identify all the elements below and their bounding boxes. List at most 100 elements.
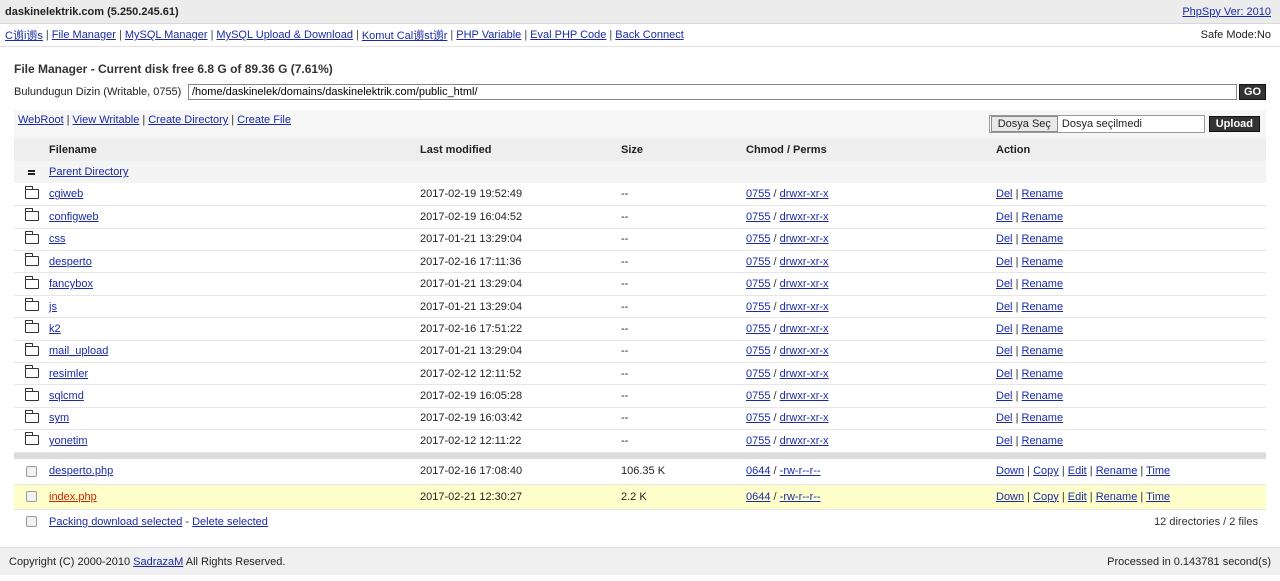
go-button[interactable]: GO	[1239, 84, 1266, 100]
directory-link[interactable]: cgiweb	[49, 188, 83, 200]
directory-link[interactable]: configweb	[49, 211, 99, 223]
directory-link[interactable]: js	[49, 301, 57, 313]
nav-link-2[interactable]: MySQL Manager	[125, 29, 208, 41]
chmod-link[interactable]: 0755	[746, 188, 770, 200]
copy-link[interactable]: Copy	[1033, 491, 1059, 503]
del-link[interactable]: Del	[996, 323, 1013, 335]
chmod-link[interactable]: 0755	[746, 233, 770, 245]
chmod-link[interactable]: 0755	[746, 412, 770, 424]
rename-link[interactable]: Rename	[1022, 278, 1064, 290]
directory-input[interactable]	[188, 84, 1237, 100]
rename-link[interactable]: Rename	[1022, 188, 1064, 200]
version-link[interactable]: PhpSpy Ver: 2010	[1182, 6, 1271, 18]
chmod-link[interactable]: 0755	[746, 278, 770, 290]
down-link[interactable]: Down	[996, 465, 1024, 477]
chmod-link[interactable]: 0755	[746, 323, 770, 335]
rename-link[interactable]: Rename	[1022, 390, 1064, 402]
time-link[interactable]: Time	[1146, 465, 1170, 477]
file-checkbox[interactable]	[26, 491, 37, 503]
directory-link[interactable]: resimler	[49, 368, 88, 380]
rename-link[interactable]: Rename	[1096, 465, 1138, 477]
rename-link[interactable]: Rename	[1022, 233, 1064, 245]
directory-link[interactable]: sym	[49, 412, 69, 424]
rename-link[interactable]: Rename	[1022, 368, 1064, 380]
toolbar-link-webroot[interactable]: WebRoot	[18, 114, 64, 126]
rename-link[interactable]: Rename	[1022, 256, 1064, 268]
file-input[interactable]: Dosya Seç Dosya seçilmedi	[988, 115, 1205, 133]
perms-link[interactable]: drwxr-xr-x	[780, 188, 829, 200]
file-link[interactable]: desperto.php	[49, 465, 113, 477]
rename-link[interactable]: Rename	[1022, 301, 1064, 313]
nav-link-1[interactable]: File Manager	[52, 29, 116, 41]
rename-link[interactable]: Rename	[1096, 491, 1138, 503]
chmod-link[interactable]: 0755	[746, 368, 770, 380]
nav-link-4[interactable]: Komut Cal谫st谫r	[362, 27, 448, 43]
copy-link[interactable]: Copy	[1033, 465, 1059, 477]
select-all-checkbox[interactable]	[26, 516, 37, 528]
directory-link[interactable]: css	[49, 233, 66, 245]
del-link[interactable]: Del	[996, 278, 1013, 290]
perms-link[interactable]: drwxr-xr-x	[780, 368, 829, 380]
parent-directory-link[interactable]: Parent Directory	[49, 166, 128, 178]
chmod-link[interactable]: 0755	[746, 435, 770, 447]
delete-selected-link[interactable]: Delete selected	[192, 516, 268, 528]
perms-link[interactable]: drwxr-xr-x	[780, 301, 829, 313]
nav-link-3[interactable]: MySQL Upload & Download	[216, 29, 353, 41]
perms-link[interactable]: drwxr-xr-x	[780, 435, 829, 447]
choose-file-button[interactable]: Dosya Seç	[990, 116, 1058, 132]
edit-link[interactable]: Edit	[1068, 491, 1087, 503]
rename-link[interactable]: Rename	[1022, 435, 1064, 447]
del-link[interactable]: Del	[996, 211, 1013, 223]
nav-link-5[interactable]: PHP Variable	[456, 29, 521, 41]
file-checkbox[interactable]	[26, 465, 37, 477]
rename-link[interactable]: Rename	[1022, 345, 1064, 357]
nav-link-0[interactable]: C谫i谫s	[5, 27, 43, 43]
del-link[interactable]: Del	[996, 412, 1013, 424]
chmod-link[interactable]: 0755	[746, 390, 770, 402]
del-link[interactable]: Del	[996, 390, 1013, 402]
file-link[interactable]: index.php	[49, 491, 97, 503]
perms-link[interactable]: drwxr-xr-x	[780, 390, 829, 402]
toolbar-link-view-writable[interactable]: View Writable	[73, 114, 140, 126]
chmod-link[interactable]: 0755	[746, 345, 770, 357]
del-link[interactable]: Del	[996, 368, 1013, 380]
chmod-link[interactable]: 0755	[746, 301, 770, 313]
down-link[interactable]: Down	[996, 491, 1024, 503]
del-link[interactable]: Del	[996, 301, 1013, 313]
rename-link[interactable]: Rename	[1022, 211, 1064, 223]
del-link[interactable]: Del	[996, 256, 1013, 268]
time-link[interactable]: Time	[1146, 491, 1170, 503]
perms-link[interactable]: drwxr-xr-x	[780, 233, 829, 245]
rename-link[interactable]: Rename	[1022, 412, 1064, 424]
author-link[interactable]: SadrazaM	[133, 556, 183, 568]
del-link[interactable]: Del	[996, 188, 1013, 200]
chmod-link[interactable]: 0755	[746, 256, 770, 268]
perms-link[interactable]: drwxr-xr-x	[780, 345, 829, 357]
directory-link[interactable]: yonetim	[49, 435, 88, 447]
edit-link[interactable]: Edit	[1068, 465, 1087, 477]
rename-link[interactable]: Rename	[1022, 323, 1064, 335]
toolbar-link-create-file[interactable]: Create File	[237, 114, 291, 126]
perms-link[interactable]: -rw-r--r--	[780, 491, 821, 503]
nav-link-7[interactable]: Back Connect	[615, 29, 683, 41]
packing-download-link[interactable]: Packing download selected	[49, 516, 182, 528]
perms-link[interactable]: -rw-r--r--	[780, 465, 821, 477]
upload-button[interactable]: Upload	[1208, 116, 1260, 132]
chmod-link[interactable]: 0644	[746, 465, 770, 477]
perms-link[interactable]: drwxr-xr-x	[780, 256, 829, 268]
directory-link[interactable]: mail_upload	[49, 345, 108, 357]
del-link[interactable]: Del	[996, 345, 1013, 357]
perms-link[interactable]: drwxr-xr-x	[780, 211, 829, 223]
del-link[interactable]: Del	[996, 233, 1013, 245]
directory-link[interactable]: desperto	[49, 256, 92, 268]
perms-link[interactable]: drwxr-xr-x	[780, 278, 829, 290]
chmod-link[interactable]: 0755	[746, 211, 770, 223]
perms-link[interactable]: drwxr-xr-x	[780, 323, 829, 335]
directory-link[interactable]: fancybox	[49, 278, 93, 290]
directory-link[interactable]: sqlcmd	[49, 390, 84, 402]
nav-link-6[interactable]: Eval PHP Code	[530, 29, 606, 41]
directory-link[interactable]: k2	[49, 323, 61, 335]
chmod-link[interactable]: 0644	[746, 491, 770, 503]
perms-link[interactable]: drwxr-xr-x	[780, 412, 829, 424]
del-link[interactable]: Del	[996, 435, 1013, 447]
